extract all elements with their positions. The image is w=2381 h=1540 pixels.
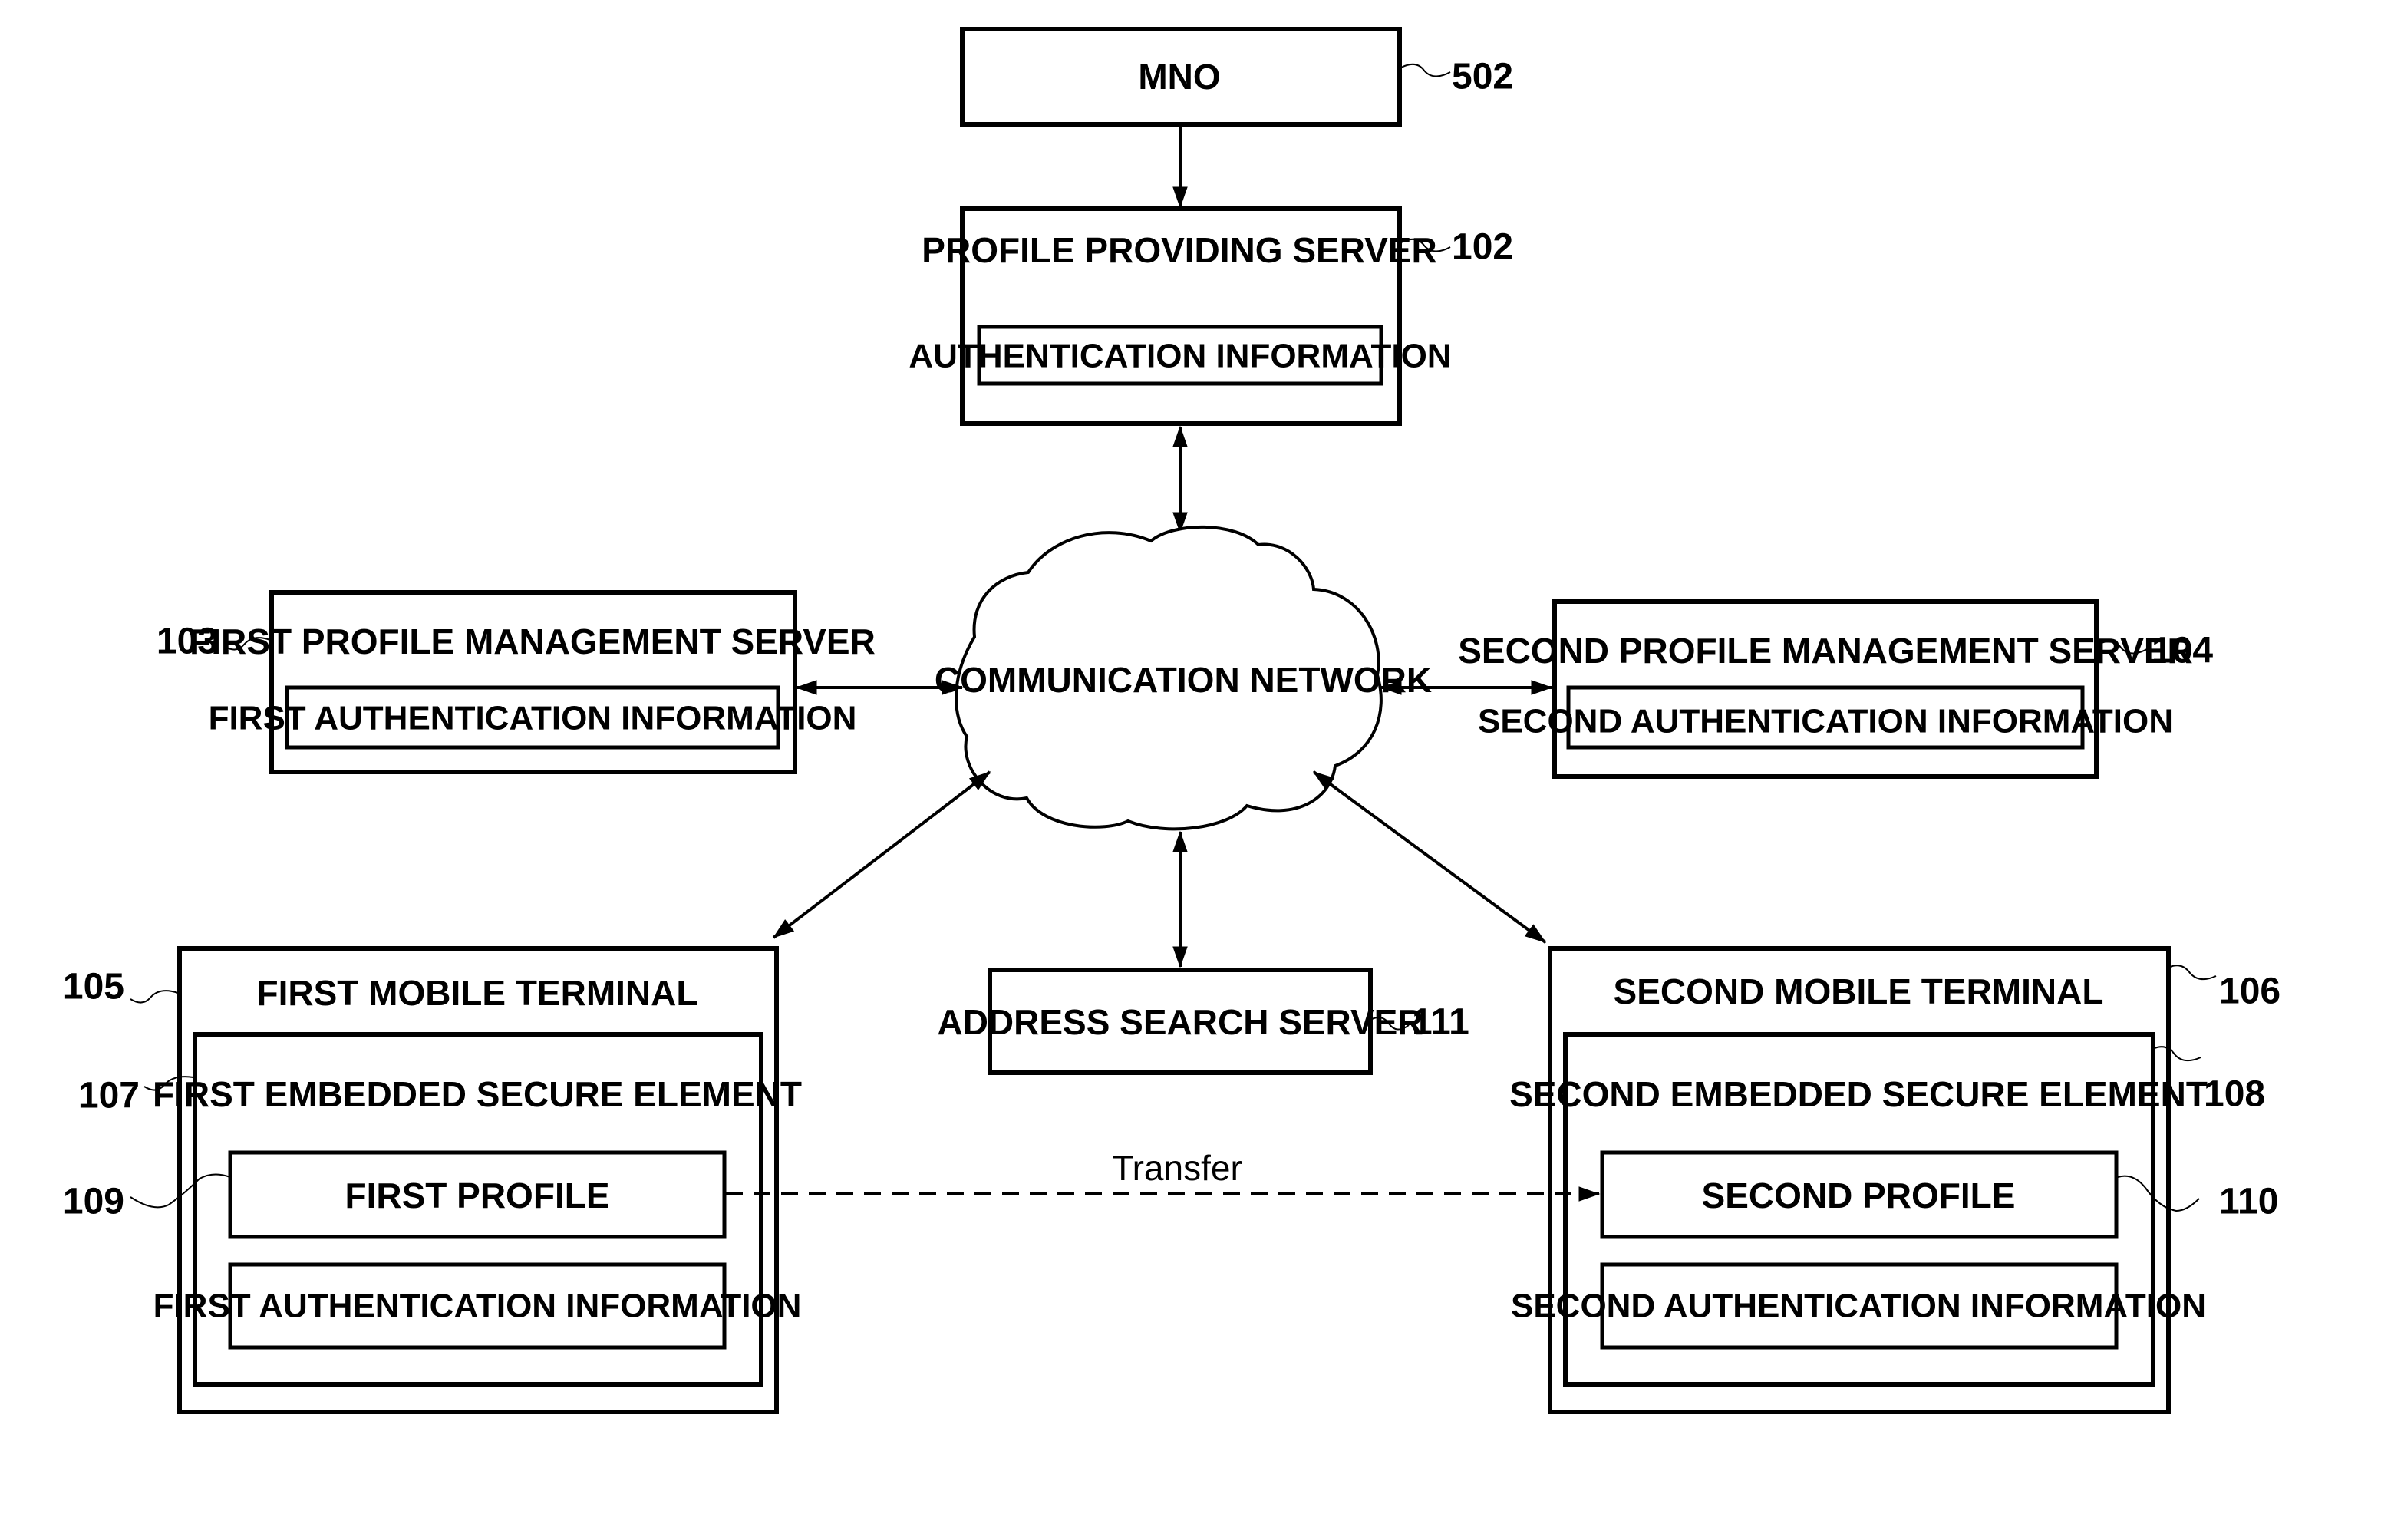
ref-leader-502 (1400, 63, 1451, 77)
profile-providing-server-node[interactable]: PROFILE PROVIDING SERVER AUTHENTICATION … (909, 206, 1452, 426)
ref-number-104: 104 (2152, 631, 2213, 671)
second-authentication-information-node[interactable]: SECOND AUTHENTICATION INFORMATION (1511, 1262, 2206, 1350)
second-mobile-terminal-node[interactable]: SECOND MOBILE TERMINAL SECOND EMBEDDED S… (1509, 946, 2208, 1414)
ref-number-105: 105 (63, 967, 124, 1007)
first-mobile-terminal-node[interactable]: FIRST MOBILE TERMINAL FIRST EMBEDDED SEC… (153, 946, 802, 1414)
first-authentication-information-label: FIRST AUTHENTICATION INFORMATION (153, 1288, 802, 1325)
ref-number-103: 103 (157, 622, 218, 662)
second-authentication-information-label-server: SECOND AUTHENTICATION INFORMATION (1478, 703, 2173, 740)
transfer-label: Transfer (1112, 1148, 1242, 1188)
first-profile-label: FIRST PROFILE (345, 1176, 610, 1215)
authentication-information-label: AUTHENTICATION INFORMATION (909, 338, 1451, 375)
edge-cloud-first-terminal (772, 770, 991, 939)
first-profile-management-server-label: FIRST PROFILE MANAGEMENT SERVER (190, 622, 876, 661)
first-authentication-information-node[interactable]: FIRST AUTHENTICATION INFORMATION (153, 1262, 802, 1350)
first-profile-node[interactable]: FIRST PROFILE (228, 1150, 727, 1239)
first-authentication-information-label-server: FIRST AUTHENTICATION INFORMATION (209, 700, 857, 737)
mno-label: MNO (1138, 57, 1220, 97)
second-profile-node[interactable]: SECOND PROFILE (1600, 1150, 2119, 1239)
ref-number-502: 502 (1452, 57, 1513, 97)
communication-network-label: COMMUNICATION NETWORK (935, 660, 1432, 700)
ref-leader-106 (2169, 965, 2217, 981)
second-mobile-terminal-label: SECOND MOBILE TERMINAL (1614, 971, 2104, 1011)
ref-number-109: 109 (63, 1182, 124, 1222)
ref-number-102: 102 (1452, 227, 1513, 268)
profile-providing-server-label: PROFILE PROVIDING SERVER (922, 230, 1436, 270)
second-profile-label: SECOND PROFILE (1702, 1176, 2016, 1215)
edge-cloud-second-terminal (1312, 770, 1547, 944)
ref-number-108: 108 (2204, 1074, 2265, 1115)
network-diagram: MNO 502 PROFILE PROVIDING SERVER AUTHENT… (63, 27, 2280, 1414)
first-embedded-secure-element[interactable]: FIRST EMBEDDED SECURE ELEMENT FIRST PROF… (153, 1032, 802, 1387)
second-esim-label: SECOND EMBEDDED SECURE ELEMENT (1509, 1074, 2208, 1114)
address-search-server-node[interactable]: ADDRESS SEARCH SERVER (937, 968, 1423, 1075)
ref-number-111: 111 (1412, 1002, 1469, 1043)
first-profile-management-server-node[interactable]: FIRST PROFILE MANAGEMENT SERVER FIRST AU… (190, 590, 876, 774)
first-esim-label: FIRST EMBEDDED SECURE ELEMENT (153, 1074, 802, 1114)
communication-network-node[interactable]: COMMUNICATION NETWORK (935, 525, 1432, 831)
mno-node[interactable]: MNO (960, 27, 1402, 127)
address-search-server-label: ADDRESS SEARCH SERVER (937, 1002, 1423, 1042)
ref-number-106: 106 (2219, 971, 2280, 1012)
second-embedded-secure-element[interactable]: SECOND EMBEDDED SECURE ELEMENT SECOND PR… (1509, 1032, 2208, 1387)
ref-number-110: 110 (2219, 1182, 2278, 1222)
ref-number-107: 107 (78, 1076, 140, 1116)
ref-leader-105 (130, 990, 179, 1004)
second-authentication-information-label: SECOND AUTHENTICATION INFORMATION (1511, 1288, 2206, 1325)
first-mobile-terminal-label: FIRST MOBILE TERMINAL (257, 973, 698, 1013)
second-profile-management-server-label: SECOND PROFILE MANAGEMENT SERVER (1458, 631, 2193, 671)
second-profile-management-server-node[interactable]: SECOND PROFILE MANAGEMENT SERVER SECOND … (1458, 599, 2193, 779)
